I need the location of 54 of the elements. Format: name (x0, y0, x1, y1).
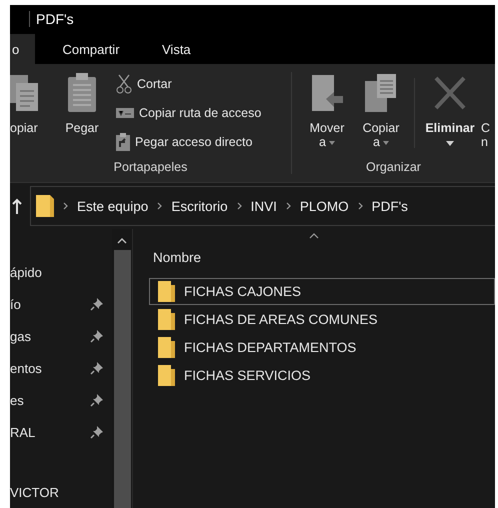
clipboard-icon (116, 133, 130, 152)
breadcrumb[interactable]: PDF's (372, 198, 408, 214)
nav-item[interactable]: ío (10, 296, 21, 312)
group-label: Portapapeles (112, 160, 188, 176)
folder-icon (36, 195, 54, 218)
nav-item[interactable]: ápido (10, 264, 42, 280)
chevron-icon (286, 202, 291, 210)
file-row[interactable]: FICHAS SERVICIOS (149, 362, 495, 389)
ribbon-button[interactable]: Pegar (60, 73, 104, 136)
breadcrumb[interactable]: INVI (250, 198, 277, 214)
folder-icon (158, 281, 175, 302)
chevron-icon (236, 202, 242, 210)
ribbon-button[interactable]: Pegar acceso directo (116, 131, 262, 154)
clipboard-icon (67, 73, 97, 114)
sort-icon (309, 233, 319, 239)
ribbon-button[interactable]: Copiar a (356, 73, 406, 150)
ribbon-button[interactable]: Mover a (302, 73, 352, 150)
folder-icon (158, 365, 175, 386)
chevron-icon (63, 202, 68, 210)
breadcrumb[interactable]: Este equipo (77, 198, 148, 214)
ribbon-button[interactable]: Copiar ruta de acceso (116, 102, 262, 124)
ribbon-button[interactable]: opiar (10, 73, 48, 136)
breadcrumb[interactable]: Escritorio (171, 198, 228, 214)
ribbon-button[interactable]: Eliminar (423, 73, 477, 146)
folder-icon (158, 337, 175, 358)
chevron-icon (358, 202, 363, 210)
nav-item[interactable]: entos (10, 360, 42, 376)
copy-icon (364, 73, 398, 114)
window-title: PDF's (36, 11, 74, 28)
up-arrow-icon[interactable] (12, 198, 22, 214)
move-icon (310, 73, 344, 114)
scroll-up-icon[interactable] (117, 237, 127, 244)
chevron-icon (157, 202, 162, 210)
nav-item[interactable]: es (10, 392, 24, 408)
group-label: Organizar (365, 160, 422, 176)
ribbon-button[interactable]: Cortar (116, 73, 262, 96)
nav-item[interactable]: VICTOR (10, 484, 59, 500)
button-label: a (373, 135, 380, 150)
nav-item[interactable]: RAL (10, 424, 36, 440)
ribbon-button[interactable]: C n (481, 73, 495, 150)
file-row[interactable]: FICHAS DE AREAS COMUNES (149, 306, 495, 333)
breadcrumb[interactable]: PLOMO (300, 198, 349, 214)
column-header[interactable]: Nombre (149, 229, 333, 265)
nav-item[interactable]: gas (10, 328, 31, 344)
path-icon (116, 107, 134, 120)
folder-icon (158, 309, 175, 330)
file-row[interactable]: FICHAS CAJONES (149, 278, 495, 305)
ribbon-tab[interactable]: o (10, 34, 35, 64)
button-label: a (319, 135, 326, 150)
address-bar[interactable]: Este equipo Escritorio INVI PLOMO PDF's (30, 186, 495, 226)
copy-icon (10, 73, 40, 114)
scissors-icon (116, 74, 132, 94)
file-row[interactable]: FICHAS DEPARTAMENTOS (149, 334, 495, 361)
button-label: n (481, 135, 488, 150)
